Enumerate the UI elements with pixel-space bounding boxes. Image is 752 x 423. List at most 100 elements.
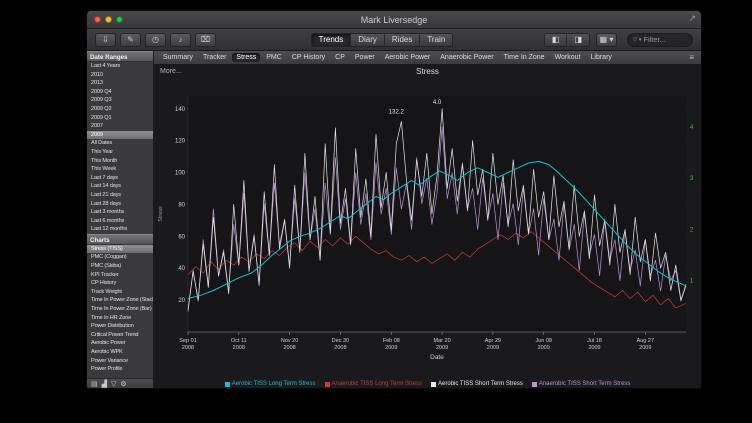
sidebar-section-date-ranges[interactable]: Date Ranges xyxy=(87,51,153,62)
sidebar-item-power-profile[interactable]: Power Profile xyxy=(87,365,153,374)
sidebar-item-cp-history[interactable]: CP History xyxy=(87,279,153,288)
svg-text:2: 2 xyxy=(690,227,694,233)
svg-text:2009: 2009 xyxy=(487,345,499,351)
sidebar-item-kpi-tracker[interactable]: KPI Tracker xyxy=(87,271,153,280)
tab-tracker[interactable]: Tracker xyxy=(199,53,230,62)
tab-library[interactable]: Library xyxy=(587,53,616,62)
view-rides[interactable]: Rides xyxy=(385,34,420,46)
svg-text:2009: 2009 xyxy=(639,345,651,351)
sidebar-item-stress-tiss[interactable]: Stress (TISS) xyxy=(87,245,153,254)
close-button[interactable] xyxy=(94,16,101,23)
sidebar-item-power-distribution[interactable]: Power Distribution xyxy=(87,322,153,331)
view-switcher: TrendsDiaryRidesTrain xyxy=(311,33,454,47)
sidebar-item-last-21-days[interactable]: Last 21 days xyxy=(87,191,153,200)
svg-text:Apr 29: Apr 29 xyxy=(485,338,501,344)
sidebar-item-last-12-months[interactable]: Last 12 months xyxy=(87,225,153,234)
sidebar-item-last-7-days[interactable]: Last 7 days xyxy=(87,174,153,183)
tab-time-in-zone[interactable]: Time In Zone xyxy=(500,53,549,62)
stress-chart[interactable]: 204060801001201401234Sep 012008Oct 11200… xyxy=(154,78,702,378)
tab-cp-history[interactable]: CP History xyxy=(288,53,329,62)
sidebar-item-power-variance[interactable]: Power Variance xyxy=(87,357,153,366)
sidebar-item-last-6-months[interactable]: Last 6 months xyxy=(87,217,153,226)
legend-label: Aerobic TISS Long Term Stress xyxy=(232,381,316,387)
view-train[interactable]: Train xyxy=(420,34,452,46)
svg-text:2008: 2008 xyxy=(233,345,245,351)
svg-text:2009: 2009 xyxy=(436,345,448,351)
settings-panel-icon[interactable]: ⚙ xyxy=(120,381,126,388)
svg-text:100: 100 xyxy=(175,171,186,177)
sidebar-item-time-in-hr-zone[interactable]: Time In HR Zone xyxy=(87,314,153,323)
svg-text:Feb 08: Feb 08 xyxy=(383,338,400,344)
toggle-lowbar-button[interactable]: ◨ xyxy=(567,34,589,46)
titlebar[interactable]: Mark Liversedge ↗ xyxy=(87,11,701,29)
toggle-sidebar-button[interactable]: ◧ xyxy=(545,34,568,46)
sidebar-item-2007[interactable]: 2007 xyxy=(87,122,153,131)
svg-text:Dec 30: Dec 30 xyxy=(332,338,349,344)
sidebar-item-aerobic-wpk[interactable]: Aerobic WPK xyxy=(87,348,153,357)
minimize-button[interactable] xyxy=(105,16,112,23)
tab-power[interactable]: Power xyxy=(351,53,379,62)
svg-text:Mar 20: Mar 20 xyxy=(434,338,451,344)
svg-text:Jul 18: Jul 18 xyxy=(587,338,602,344)
sidebar-item-2009-q2[interactable]: 2009 Q2 xyxy=(87,105,153,114)
tab-anaerobic-power[interactable]: Anaerobic Power xyxy=(436,53,497,62)
sidebar-section-charts[interactable]: Charts xyxy=(87,234,153,245)
svg-text:Oct 11: Oct 11 xyxy=(231,338,247,344)
fullscreen-icon[interactable]: ↗ xyxy=(688,13,696,24)
legend-label: Aerobic TISS Short Term Stress xyxy=(438,381,523,387)
filter-input[interactable] xyxy=(643,35,687,44)
window-title: Mark Liversedge xyxy=(361,15,428,25)
sidebar-item-2009-q3[interactable]: 2009 Q3 xyxy=(87,96,153,105)
svg-text:2009: 2009 xyxy=(385,345,397,351)
sidebar-item-2013[interactable]: 2013 xyxy=(87,79,153,88)
tab-aerobic-power[interactable]: Aerobic Power xyxy=(381,53,435,62)
svg-text:Jun 08: Jun 08 xyxy=(535,338,552,344)
zoom-button[interactable] xyxy=(116,16,123,23)
sidebar-item-this-month[interactable]: This Month xyxy=(87,157,153,166)
view-trends[interactable]: Trends xyxy=(312,34,352,46)
charts-panel-icon[interactable]: ▟ xyxy=(102,381,107,388)
sidebar-item-aerobic-power[interactable]: Aerobic Power xyxy=(87,339,153,348)
svg-text:Aug 27: Aug 27 xyxy=(637,338,654,344)
sidebar-item-2009-q1[interactable]: 2009 Q1 xyxy=(87,114,153,123)
sidebar-item-pmc-coggan[interactable]: PMC (Coggan) xyxy=(87,253,153,262)
sidebar-item-last-28-days[interactable]: Last 28 days xyxy=(87,200,153,209)
timer-button[interactable]: ◷ xyxy=(145,33,166,47)
sidebar-item-all-dates[interactable]: All Dates xyxy=(87,139,153,148)
legend-item-anaerobic-tiss-short-term-stress[interactable]: Anaerobic TISS Short Term Stress xyxy=(532,381,630,387)
audio-button[interactable]: ♪ xyxy=(170,33,191,47)
tab-workout[interactable]: Workout xyxy=(551,53,585,62)
legend-item-aerobic-tiss-short-term-stress[interactable]: Aerobic TISS Short Term Stress xyxy=(431,381,523,387)
sidebar-item-this-week[interactable]: This Week xyxy=(87,165,153,174)
svg-text:2008: 2008 xyxy=(283,345,295,351)
tab-stress[interactable]: Stress xyxy=(232,53,260,62)
legend-label: Anaerobic TISS Long Term Stress xyxy=(332,381,423,387)
import-activity-button[interactable]: ⇩ xyxy=(95,33,116,47)
sidebar-item-last-3-months[interactable]: Last 3 months xyxy=(87,208,153,217)
sidebar-item-critical-power-trend[interactable]: Critical Power Trend xyxy=(87,331,153,340)
filter-panel-icon[interactable]: ▽ xyxy=(111,381,116,388)
view-diary[interactable]: Diary xyxy=(351,34,385,46)
manual-entry-button[interactable]: ✎ xyxy=(120,33,141,47)
sidebar-item-2009-q4[interactable]: 2009 Q4 xyxy=(87,88,153,97)
sidebar-item-this-year[interactable]: This Year xyxy=(87,148,153,157)
tab-pmc[interactable]: PMC xyxy=(262,53,286,62)
sidebar-item-time-in-power-zone-bar[interactable]: Time In Power Zone (Bar) xyxy=(87,305,153,314)
sidebar-item-last-14-days[interactable]: Last 14 days xyxy=(87,182,153,191)
sidebar-item-pmc-skiba[interactable]: PMC (Skiba) xyxy=(87,262,153,271)
delete-activity-button[interactable]: ⌧ xyxy=(195,33,216,47)
tab-menu-icon[interactable]: ≡ xyxy=(686,53,697,62)
tab-summary[interactable]: Summary xyxy=(159,53,197,62)
tab-cp[interactable]: CP xyxy=(331,53,349,62)
sidebar-item-2010[interactable]: 2010 xyxy=(87,71,153,80)
legend-item-aerobic-tiss-long-term-stress[interactable]: Aerobic TISS Long Term Stress xyxy=(225,381,316,387)
svg-text:2008: 2008 xyxy=(182,345,194,351)
sidebar-item-2009[interactable]: 2009 xyxy=(87,131,153,140)
calendar-panel-icon[interactable]: ▤ xyxy=(91,381,98,388)
chart-settings-button[interactable]: ▦ ▾ xyxy=(596,33,617,47)
sidebar-item-track-weight[interactable]: Track Weight xyxy=(87,288,153,297)
sidebar-item-time-in-power-zone-stacked[interactable]: Time In Power Zone (Stacked) xyxy=(87,296,153,305)
filter-field[interactable]: ▽ ▾ xyxy=(627,33,693,47)
sidebar-item-last-4-years[interactable]: Last 4 Years xyxy=(87,62,153,71)
legend-item-anaerobic-tiss-long-term-stress[interactable]: Anaerobic TISS Long Term Stress xyxy=(325,381,423,387)
